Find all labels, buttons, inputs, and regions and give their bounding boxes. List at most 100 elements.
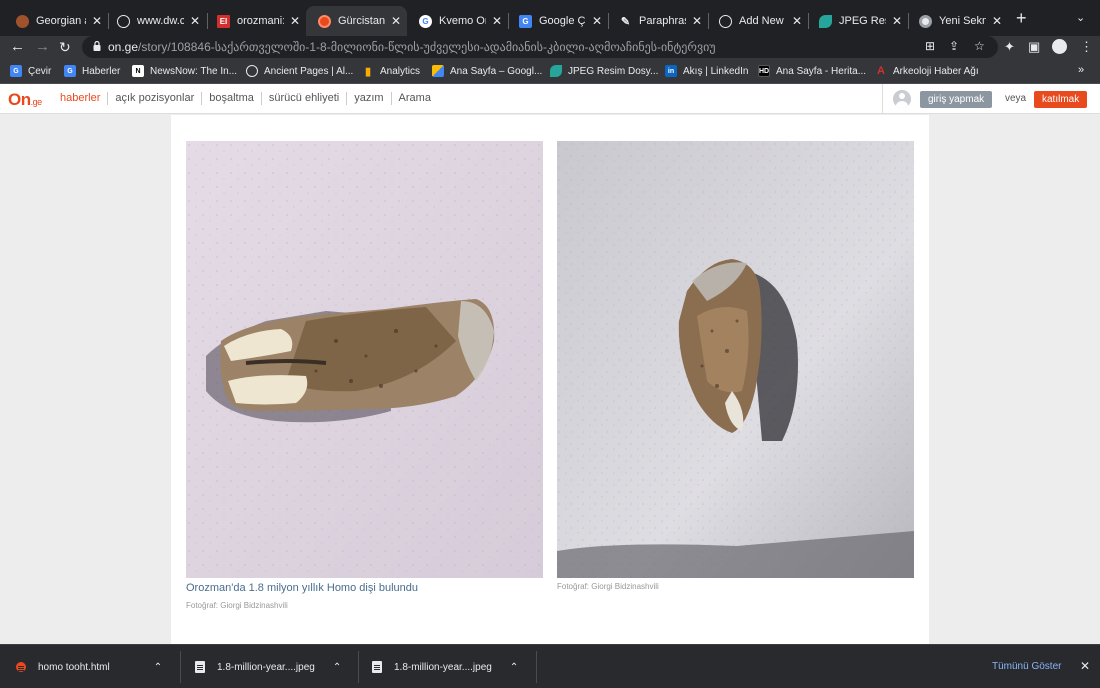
tab-9[interactable]: JPEG Resim ✕	[807, 6, 908, 36]
join-button[interactable]: katılmak	[1034, 91, 1088, 108]
new-tab-button[interactable]: +	[1016, 9, 1027, 27]
download-item[interactable]: 1.8-million-year....jpeg ⌃	[372, 645, 518, 688]
article-body: Orozman'da 1.8 milyon yıllık Homo dişi b…	[171, 115, 929, 644]
web-page: On.ge haberler açık pozisyonlar boşaltma…	[0, 84, 1100, 644]
tab-title: Yeni Sekme	[939, 15, 986, 27]
site-header: On.ge haberler açık pozisyonlar boşaltma…	[0, 84, 1100, 114]
address-bar[interactable]: on.ge/story/108846-საქართველოში-1-8-მილი…	[82, 36, 998, 58]
nav-link-search[interactable]: Arama	[390, 92, 438, 105]
tab-title: Add New Po	[739, 15, 786, 27]
tooth-photo-front-view[interactable]	[557, 141, 914, 578]
photo-credit-right: Fotoğraf: Giorgi Bidzinashvili	[557, 582, 659, 591]
more-bookmarks-icon[interactable]: »	[1078, 64, 1084, 76]
translate-icon: G	[10, 65, 22, 77]
close-tab-icon[interactable]: ✕	[592, 14, 602, 28]
tab-search-chevron-icon[interactable]: ⌄	[1076, 11, 1085, 24]
html-file-icon	[16, 662, 26, 672]
tab-2[interactable]: www.dw.co ✕	[105, 6, 206, 36]
bookmark-star-icon[interactable]: ☆	[974, 39, 985, 53]
tab-title: Paraphrasin	[639, 15, 686, 27]
bookmark-item[interactable]: Ancient Pages | Al...	[246, 65, 353, 77]
close-tab-icon[interactable]: ✕	[92, 14, 102, 28]
tab-1[interactable]: Georgian ar ✕	[4, 6, 108, 36]
share-icon[interactable]: ⇪	[949, 39, 959, 53]
globe-icon	[246, 65, 258, 77]
chevron-up-icon[interactable]: ⌃	[154, 662, 162, 673]
menu-kebab-icon[interactable]: ⋮	[1080, 39, 1093, 55]
chevron-up-icon[interactable]: ⌃	[510, 662, 518, 673]
nav-link-yazim[interactable]: yazım	[346, 92, 390, 105]
translate-page-icon[interactable]: ⊞	[925, 39, 935, 53]
tab-title: Georgian ar	[36, 15, 86, 27]
nav-link-bosaltma[interactable]: boşaltma	[201, 92, 261, 105]
tab-7[interactable]: ✎ Paraphrasin ✕	[607, 6, 708, 36]
linkedin-icon: in	[665, 65, 677, 77]
close-icon[interactable]: ✕	[1080, 659, 1090, 673]
bookmark-item[interactable]: G Çevir	[10, 65, 51, 77]
back-button[interactable]: ←	[10, 37, 25, 57]
tab-8[interactable]: Add New Po ✕	[707, 6, 808, 36]
profile-avatar[interactable]	[1052, 39, 1067, 54]
tab-4-active[interactable]: Gürcistan'd ✕	[306, 6, 407, 36]
nav-link-haberler[interactable]: haberler	[53, 92, 107, 105]
site-nav: haberler açık pozisyonlar boşaltma sürüc…	[53, 92, 438, 105]
url-text: on.ge/story/108846-საქართველოში-1-8-მილი…	[108, 40, 716, 54]
translate-icon: G	[519, 14, 532, 28]
reload-button[interactable]: ↻	[59, 37, 71, 57]
download-item[interactable]: 1.8-million-year....jpeg ⌃	[195, 645, 341, 688]
close-tab-icon[interactable]: ✕	[492, 14, 502, 28]
tab-3[interactable]: EI orozmani: A ✕	[205, 6, 306, 36]
tab-5[interactable]: G Kvemo Oroz ✕	[407, 6, 508, 36]
lock-icon	[93, 41, 101, 51]
orange-circle-icon	[318, 14, 331, 28]
tooth-photo-side-view[interactable]	[186, 141, 543, 578]
leaf-icon	[819, 14, 832, 28]
bookmark-item[interactable]: Ana Sayfa – Googl...	[432, 65, 542, 77]
extensions-icon[interactable]: ✦	[1004, 39, 1015, 55]
tab-title: Gürcistan'd	[338, 15, 385, 27]
bookmarks-bar: G Çevir G Haberler N NewsNow: The In... …	[0, 60, 1100, 84]
hd-icon: HD	[758, 65, 770, 77]
close-tab-icon[interactable]: ✕	[290, 14, 300, 28]
wordpress-icon	[719, 14, 732, 28]
side-panel-icon[interactable]: ▣	[1028, 39, 1040, 55]
close-tab-icon[interactable]: ✕	[792, 14, 802, 28]
tab-10[interactable]: Yeni Sekme ✕	[907, 6, 1008, 36]
tab-strip: Georgian ar ✕ www.dw.co ✕ EI orozmani: A…	[0, 0, 1100, 36]
tab-title: JPEG Resim	[839, 15, 886, 27]
tab-title: orozmani: A	[237, 15, 284, 27]
bookmark-item[interactable]: A Arkeoloji Haber Ağı	[875, 65, 979, 77]
user-icon[interactable]	[893, 90, 911, 108]
close-tab-icon[interactable]: ✕	[892, 14, 902, 28]
login-button[interactable]: giriş yapmak	[920, 91, 993, 108]
photo-credit-left: Fotoğraf: Giorgi Bidzinashvili	[186, 601, 288, 610]
bookmark-item[interactable]: HD Ana Sayfa - Herita...	[758, 65, 866, 77]
leaf-icon	[550, 65, 562, 77]
bookmark-item[interactable]: G Haberler	[64, 65, 120, 77]
close-tab-icon[interactable]: ✕	[190, 14, 200, 28]
file-icon	[372, 661, 382, 673]
user-area: giriş yapmak veya katılmak	[882, 84, 1100, 114]
gnews-icon: G	[64, 65, 76, 77]
chevron-up-icon[interactable]: ⌃	[333, 662, 341, 673]
forward-button[interactable]: →	[35, 37, 50, 57]
nav-link-positions[interactable]: açık pozisyonlar	[107, 92, 201, 105]
bookmark-item[interactable]: ▮ Analytics	[362, 65, 420, 78]
close-tab-icon[interactable]: ✕	[692, 14, 702, 28]
bookmark-item[interactable]: JPEG Resim Dosy...	[550, 65, 658, 77]
download-item[interactable]: homo tooht.html ⌃	[16, 645, 162, 688]
feather-icon: ✎	[620, 15, 631, 28]
bookmark-item[interactable]: N NewsNow: The In...	[132, 65, 237, 77]
nav-link-license[interactable]: sürücü ehliyeti	[260, 92, 346, 105]
close-tab-icon[interactable]: ✕	[992, 14, 1002, 28]
tab-title: Google Çev	[539, 15, 586, 27]
photo-caption: Orozman'da 1.8 milyon yıllık Homo dişi b…	[186, 582, 418, 594]
ei-icon: EI	[217, 14, 230, 28]
chrome-icon	[919, 14, 932, 28]
bookmark-item[interactable]: in Akış | LinkedIn	[665, 65, 748, 77]
tab-title: www.dw.co	[137, 15, 184, 27]
tab-6[interactable]: G Google Çev ✕	[507, 6, 608, 36]
show-all-downloads-link[interactable]: Tümünü Göster	[992, 661, 1061, 672]
site-logo[interactable]: On.ge	[8, 90, 42, 110]
close-tab-icon[interactable]: ✕	[391, 14, 401, 28]
